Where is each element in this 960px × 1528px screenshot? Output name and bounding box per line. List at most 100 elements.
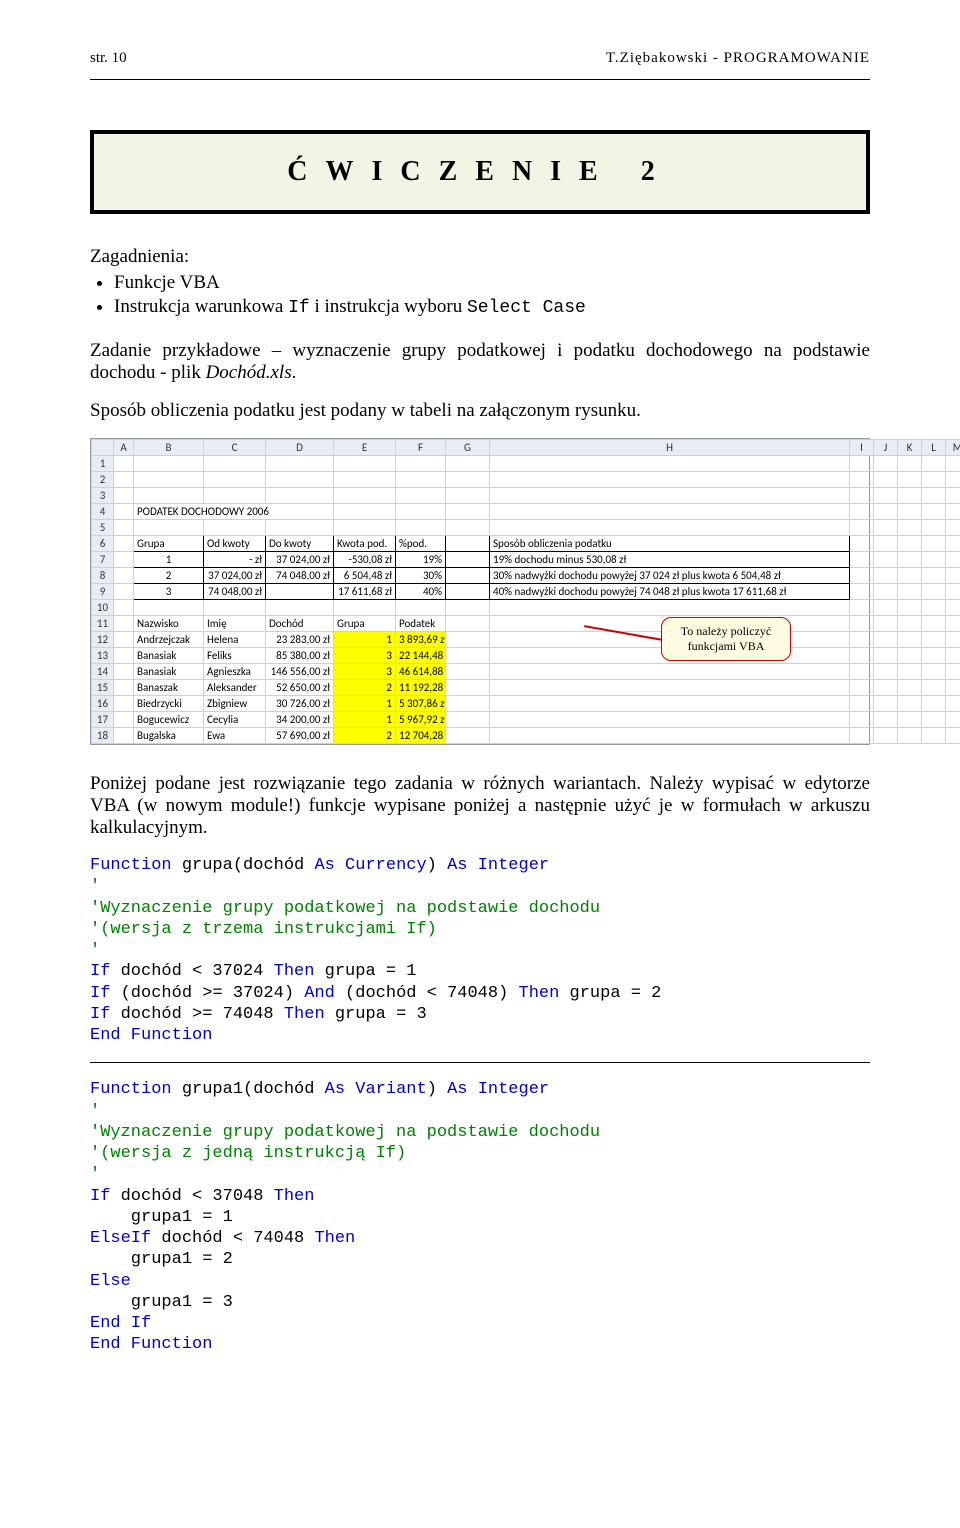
cell	[490, 488, 850, 504]
divider	[90, 1062, 870, 1063]
table-row: 12AndrzejczakHelena23 283,00 zł13 893,69…	[92, 632, 960, 648]
cell	[446, 472, 490, 488]
cell: Od kwoty	[204, 536, 266, 552]
cell: 3	[334, 648, 396, 664]
cell	[898, 600, 922, 616]
cell: 3 893,69 zł	[396, 632, 446, 648]
cell	[946, 712, 960, 728]
cell	[946, 520, 960, 536]
code-keyword: End Function	[90, 1335, 212, 1354]
cell	[874, 456, 898, 472]
cell	[334, 504, 396, 520]
cell	[134, 520, 204, 536]
cell	[490, 680, 850, 696]
cell	[334, 520, 396, 536]
cell: Andrzejczak	[134, 632, 204, 648]
table-row: 13BanasiakFeliks85 380,00 zł322 144,48 z…	[92, 648, 960, 664]
cell	[490, 472, 850, 488]
cell	[490, 664, 850, 680]
cell	[922, 552, 946, 568]
cell	[946, 568, 960, 584]
cell	[114, 488, 134, 504]
code-comment: '(wersja z jedną instrukcją If)	[90, 1144, 406, 1163]
cell: Agnieszka	[204, 664, 266, 680]
row-number: 11	[92, 616, 114, 632]
code-text: )	[427, 856, 447, 875]
cell	[922, 664, 946, 680]
code-comment: '	[90, 1165, 100, 1184]
cell: 6 504,48 zł	[334, 568, 396, 584]
cell	[334, 456, 396, 472]
cell	[946, 648, 960, 664]
row-number: 2	[92, 472, 114, 488]
row-number: 7	[92, 552, 114, 568]
cell	[334, 472, 396, 488]
cell	[922, 584, 946, 600]
col-header: K	[898, 440, 922, 456]
row-number: 18	[92, 728, 114, 744]
cell: 12 704,28 zł	[396, 728, 446, 744]
cell	[134, 600, 204, 616]
cell	[898, 696, 922, 712]
cell: 2	[334, 728, 396, 744]
cell: 5 967,92 zł	[396, 712, 446, 728]
cell	[850, 728, 874, 744]
code-keyword: Then	[274, 1187, 315, 1206]
code-keyword: If	[90, 984, 110, 1003]
code-inline: Select Case	[467, 298, 586, 318]
cell	[446, 664, 490, 680]
cell	[114, 456, 134, 472]
cell: Aleksander	[204, 680, 266, 696]
cell: 17 611,68 zł	[334, 584, 396, 600]
cell: 19% dochodu minus 530,08 zł	[490, 552, 850, 568]
cell	[396, 488, 446, 504]
cell: 1	[334, 632, 396, 648]
cell	[490, 696, 850, 712]
code-text: dochód >= 74048	[110, 1005, 283, 1024]
cell: 37 024,00 zł	[204, 568, 266, 584]
cell	[898, 584, 922, 600]
cell: Feliks	[204, 648, 266, 664]
cell	[204, 472, 266, 488]
cell	[946, 504, 960, 520]
table-row: 18BugalskaEwa57 690,00 zł212 704,28 zł	[92, 728, 960, 744]
cell: 19%	[396, 552, 446, 568]
code-comment: '	[90, 1102, 100, 1121]
paragraph: Sposób obliczenia podatku jest podany w …	[90, 400, 870, 422]
cell	[490, 712, 850, 728]
code-keyword: Function	[90, 1080, 172, 1099]
page-header: str. 10 T.Ziębakowski - PROGRAMOWANIE	[90, 50, 870, 67]
table-row: 1	[92, 456, 960, 472]
sheet-title: PODATEK DOCHODOWY 2006	[134, 504, 334, 520]
cell: Imię	[204, 616, 266, 632]
code-text: grupa1 = 2	[90, 1250, 233, 1269]
cell	[850, 520, 874, 536]
cell	[266, 472, 334, 488]
cell	[446, 696, 490, 712]
cell	[874, 504, 898, 520]
cell	[850, 664, 874, 680]
cell	[946, 584, 960, 600]
cell: Podatek	[396, 616, 446, 632]
bullet-text: Funkcje VBA	[114, 272, 220, 293]
cell	[874, 680, 898, 696]
cell	[898, 472, 922, 488]
table-row: 6GrupaOd kwotyDo kwotyKwota pod.%pod.Spo…	[92, 536, 960, 552]
cell	[922, 600, 946, 616]
code-text: grupa(dochód	[172, 856, 315, 875]
bullet-text: Instrukcja warunkowa	[114, 296, 288, 317]
cell	[874, 712, 898, 728]
table-row: 71- zł37 024,00 zł-530,08 zł19%19% docho…	[92, 552, 960, 568]
cell	[922, 616, 946, 632]
cell	[266, 600, 334, 616]
col-header: E	[334, 440, 396, 456]
code-text: grupa1 = 3	[90, 1293, 233, 1312]
cell	[446, 584, 490, 600]
section-label: Zagadnienia:	[90, 246, 870, 268]
row-number: 13	[92, 648, 114, 664]
table-row: 10	[92, 600, 960, 616]
row-number: 1	[92, 456, 114, 472]
cell	[898, 680, 922, 696]
cell	[850, 568, 874, 584]
cell	[874, 520, 898, 536]
